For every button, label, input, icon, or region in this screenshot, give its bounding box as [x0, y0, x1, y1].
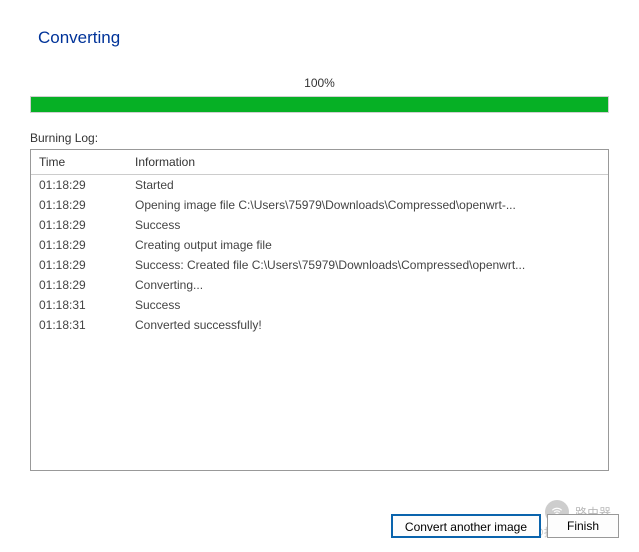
column-header-time[interactable]: Time: [31, 150, 127, 175]
finish-button[interactable]: Finish: [547, 514, 619, 538]
cell-time: 01:18:29: [31, 235, 127, 255]
table-row[interactable]: 01:18:29Started: [31, 175, 608, 196]
table-row[interactable]: 01:18:29Success: Created file C:\Users\7…: [31, 255, 608, 275]
page-title: Converting: [38, 28, 609, 48]
table-row[interactable]: 01:18:31Success: [31, 295, 608, 315]
cell-info: Success: [127, 295, 608, 315]
cell-time: 01:18:29: [31, 215, 127, 235]
progress-bar-fill: [31, 97, 608, 112]
column-header-information[interactable]: Information: [127, 150, 608, 175]
button-row: Convert another image Finish: [391, 514, 619, 538]
table-row[interactable]: 01:18:31Converted successfully!: [31, 315, 608, 335]
cell-time: 01:18:29: [31, 195, 127, 215]
table-row[interactable]: 01:18:29Success: [31, 215, 608, 235]
table-row[interactable]: 01:18:29Opening image file C:\Users\7597…: [31, 195, 608, 215]
progress-percent-label: 100%: [30, 76, 609, 90]
cell-time: 01:18:29: [31, 175, 127, 196]
cell-info: Success: Created file C:\Users\75979\Dow…: [127, 255, 608, 275]
table-row[interactable]: 01:18:29Converting...: [31, 275, 608, 295]
cell-info: Creating output image file: [127, 235, 608, 255]
cell-info: Started: [127, 175, 608, 196]
cell-time: 01:18:29: [31, 275, 127, 295]
cell-info: Success: [127, 215, 608, 235]
progress-bar: [30, 96, 609, 113]
cell-info: Converted successfully!: [127, 315, 608, 335]
cell-info: Opening image file C:\Users\75979\Downlo…: [127, 195, 608, 215]
log-panel: Time Information 01:18:29Started01:18:29…: [30, 149, 609, 471]
cell-time: 01:18:31: [31, 295, 127, 315]
cell-info: Converting...: [127, 275, 608, 295]
cell-time: 01:18:29: [31, 255, 127, 275]
convert-another-button[interactable]: Convert another image: [391, 514, 541, 538]
table-row[interactable]: 01:18:29Creating output image file: [31, 235, 608, 255]
log-table: Time Information 01:18:29Started01:18:29…: [31, 150, 608, 335]
cell-time: 01:18:31: [31, 315, 127, 335]
log-label: Burning Log:: [30, 131, 609, 145]
progress-section: 100%: [30, 76, 609, 113]
